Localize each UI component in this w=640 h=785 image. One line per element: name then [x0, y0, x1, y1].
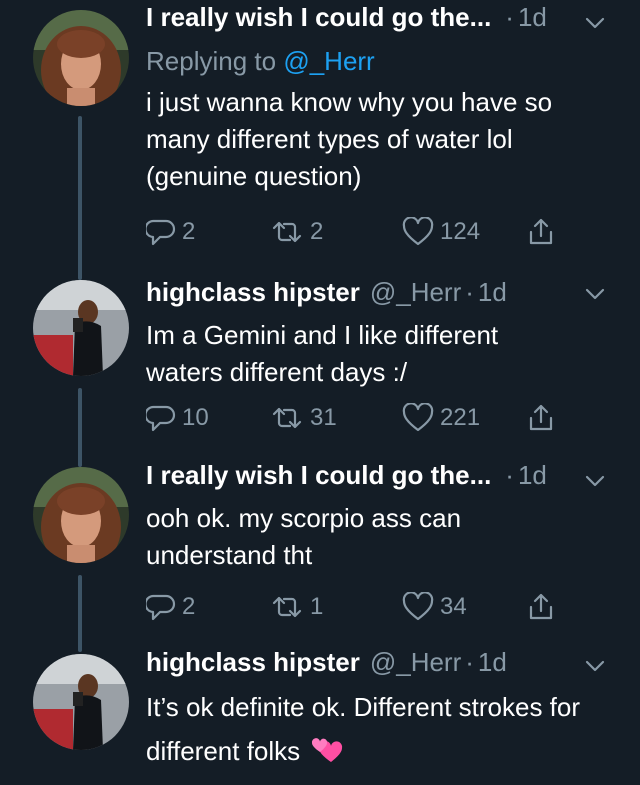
chevron-down-icon[interactable] [584, 283, 606, 305]
retweet-icon [272, 596, 302, 618]
two-hearts-emoji [312, 738, 343, 762]
tweet-header: highclass hipster @_Herr · 1d [146, 277, 616, 317]
heart-icon [402, 217, 434, 246]
thread-line [78, 116, 82, 280]
heart-icon [402, 592, 434, 621]
like-button[interactable]: 221 [402, 398, 480, 438]
reply-button[interactable]: 2 [146, 212, 195, 252]
reply-button[interactable]: 2 [146, 587, 195, 627]
replying-to: Replying to @_Herr [146, 42, 616, 80]
tweet-content: highclass hipster @_Herr · 1d Im a Gemin… [146, 277, 616, 391]
share-button[interactable] [526, 398, 562, 438]
tweet-actions: 2 2 124 [146, 212, 586, 252]
tweet-header: highclass hipster @_Herr · 1d [146, 647, 616, 687]
like-count: 34 [440, 593, 467, 620]
tweet-text: ooh ok. my scorpio ass can understand th… [146, 503, 462, 570]
tweet-actions: 10 31 221 [146, 398, 586, 438]
retweet-icon [272, 221, 302, 243]
tweet-header: I really wish I could go the... · 1d [146, 2, 616, 42]
share-icon [529, 593, 553, 620]
retweet-icon [272, 407, 302, 429]
like-count: 124 [440, 218, 481, 245]
tweet-actions: 2 1 34 [146, 587, 586, 627]
tweet-content: I really wish I could go the... · 1d Rep… [146, 2, 616, 195]
timestamp[interactable]: 1d [518, 460, 547, 491]
retweet-count: 1 [310, 593, 324, 620]
chevron-down-icon[interactable] [584, 12, 606, 34]
replying-label: Replying to [146, 46, 277, 76]
reply-button[interactable]: 10 [146, 398, 209, 438]
tweet-content: highclass hipster @_Herr · 1d It’s ok de… [146, 647, 616, 773]
mention-link[interactable]: @_Herr [283, 46, 374, 76]
tweet-header: I really wish I could go the... · 1d [146, 460, 616, 500]
chevron-down-icon[interactable] [584, 655, 606, 677]
avatar[interactable] [33, 654, 129, 750]
share-icon [529, 218, 553, 245]
separator-dot: · [465, 647, 474, 677]
share-button[interactable] [526, 587, 562, 627]
tweet[interactable]: highclass hipster @_Herr · 1d Im a Gemin… [0, 277, 640, 467]
reply-icon [146, 219, 176, 246]
timestamp[interactable]: 1d [478, 277, 507, 308]
avatar[interactable] [33, 467, 129, 563]
avatar[interactable] [33, 280, 129, 376]
tweet-text-body: It’s ok definite ok. Different strokes f… [146, 692, 581, 766]
tweet-text: Im a Gemini and I like different waters … [146, 320, 499, 387]
share-button[interactable] [526, 212, 562, 252]
reply-count: 2 [182, 218, 196, 245]
user-handle[interactable]: @_Herr [370, 277, 461, 308]
retweet-count: 2 [310, 218, 324, 245]
like-count: 221 [440, 404, 481, 431]
chevron-down-icon[interactable] [584, 470, 606, 492]
tweet-content: I really wish I could go the... · 1d ooh… [146, 460, 616, 574]
display-name[interactable]: highclass hipster [146, 277, 360, 308]
retweet-button[interactable]: 1 [270, 587, 323, 627]
tweet[interactable]: I really wish I could go the... · 1d Rep… [0, 0, 640, 280]
retweet-count: 31 [310, 404, 337, 431]
like-button[interactable]: 124 [402, 212, 480, 252]
share-icon [529, 404, 553, 431]
thread-line [78, 575, 82, 652]
like-button[interactable]: 34 [402, 587, 467, 627]
timestamp[interactable]: 1d [478, 647, 507, 678]
separator-dot: · [505, 460, 514, 490]
reply-count: 2 [182, 593, 196, 620]
timestamp[interactable]: 1d [518, 2, 547, 33]
retweet-button[interactable]: 31 [270, 398, 337, 438]
tweet[interactable]: I really wish I could go the... · 1d ooh… [0, 460, 640, 652]
reply-count: 10 [182, 404, 209, 431]
reply-icon [146, 594, 176, 621]
reply-icon [146, 405, 176, 432]
tweet[interactable]: highclass hipster @_Herr · 1d It’s ok de… [0, 647, 640, 785]
display-name[interactable]: I really wish I could go the... [146, 2, 491, 33]
tweet-text: i just wanna know why you have so many d… [146, 87, 553, 191]
display-name[interactable]: highclass hipster [146, 647, 360, 678]
heart-icon [402, 403, 434, 432]
retweet-button[interactable]: 2 [270, 212, 323, 252]
user-handle[interactable]: @_Herr [370, 647, 461, 678]
display-name[interactable]: I really wish I could go the... [146, 460, 491, 491]
separator-dot: · [465, 277, 474, 307]
thread-line [78, 388, 82, 467]
separator-dot: · [505, 2, 514, 32]
tweet-text: It’s ok definite ok. Different strokes f… [146, 685, 614, 773]
avatar[interactable] [33, 10, 129, 106]
